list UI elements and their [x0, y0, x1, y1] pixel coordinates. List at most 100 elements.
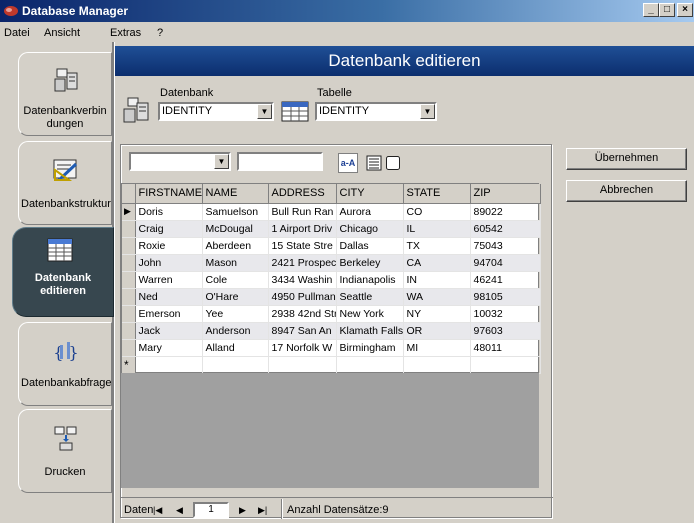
- row-selector[interactable]: ▶: [122, 203, 136, 221]
- sidebar-item-edit-database[interactable]: Datenbank editieren: [12, 227, 114, 317]
- column-header[interactable]: ADDRESS: [268, 184, 337, 204]
- grid-cell-address[interactable]: 17 Norfolk W: [268, 339, 337, 357]
- next-record-icon[interactable]: ▶: [239, 505, 246, 516]
- minimize-button[interactable]: _: [643, 3, 659, 17]
- grid-cell-firstname[interactable]: Doris: [135, 203, 203, 221]
- filter-search-input[interactable]: [237, 152, 323, 171]
- apply-button[interactable]: Übernehmen: [566, 148, 687, 170]
- grid-cell-state[interactable]: IL: [403, 220, 471, 238]
- grid-cell-name[interactable]: Cole: [202, 271, 269, 289]
- grid-cell-state[interactable]: CO: [403, 203, 471, 221]
- grid-cell-city[interactable]: Seattle: [336, 288, 404, 306]
- grid-cell-address[interactable]: 2938 42nd Str: [268, 305, 337, 323]
- first-record-icon[interactable]: |◀: [153, 505, 162, 516]
- grid-cell-zip[interactable]: 89022: [470, 203, 541, 221]
- grid-cell-firstname[interactable]: Mary: [135, 339, 203, 357]
- row-selector[interactable]: [122, 288, 136, 306]
- previous-record-icon[interactable]: ◀: [176, 505, 183, 516]
- grid-cell-name[interactable]: O'Hare: [202, 288, 269, 306]
- maximize-button[interactable]: □: [659, 3, 675, 17]
- column-header[interactable]: ZIP: [470, 184, 541, 204]
- sidebar-item-structure[interactable]: Datenbankstruktur: [18, 141, 112, 225]
- table-row[interactable]: Warren Cole 3434 Washin Indianapolis IN 46241: [122, 271, 541, 289]
- grid-cell-name[interactable]: McDougal: [202, 220, 269, 238]
- menu-extras[interactable]: Extras: [110, 27, 141, 39]
- grid-cell-state[interactable]: WA: [403, 288, 471, 306]
- menu-help[interactable]: ?: [157, 27, 163, 39]
- table-row[interactable]: Mary Alland 17 Norfolk W Birmingham MI 48011: [122, 339, 541, 357]
- cancel-button[interactable]: Abbrechen: [566, 180, 687, 202]
- column-header[interactable]: NAME: [202, 184, 269, 204]
- grid-cell-address[interactable]: 1 Airport Driv: [268, 220, 337, 238]
- column-header[interactable]: CITY: [336, 184, 404, 204]
- grid-cell-name[interactable]: Aberdeen: [202, 237, 269, 255]
- close-button[interactable]: ×: [677, 3, 693, 17]
- grid-cell-state[interactable]: MI: [403, 339, 471, 357]
- table-row[interactable]: ▶ Doris Samuelson Bull Run Ran Aurora CO 89022: [122, 203, 541, 221]
- grid-cell-name[interactable]: Samuelson: [202, 203, 269, 221]
- grid-cell-zip[interactable]: 48011: [470, 339, 541, 357]
- grid-cell-address[interactable]: 2421 Prospec: [268, 254, 337, 272]
- table-select[interactable]: IDENTITY ▼: [315, 102, 437, 121]
- row-selector[interactable]: [122, 339, 136, 357]
- grid-cell-state[interactable]: CA: [403, 254, 471, 272]
- grid-cell-zip[interactable]: 46241: [470, 271, 541, 289]
- grid-cell-name[interactable]: Alland: [202, 339, 269, 357]
- chevron-down-icon[interactable]: ▼: [420, 104, 435, 119]
- new-row-cell[interactable]: [403, 356, 471, 374]
- grid-cell-address[interactable]: Bull Run Ran: [268, 203, 337, 221]
- grid-cell-city[interactable]: Klamath Falls: [336, 322, 404, 340]
- grid-cell-state[interactable]: IN: [403, 271, 471, 289]
- grid-cell-firstname[interactable]: Ned: [135, 288, 203, 306]
- row-selector[interactable]: [122, 322, 136, 340]
- row-selector[interactable]: [122, 305, 136, 323]
- grid-cell-state[interactable]: NY: [403, 305, 471, 323]
- table-row[interactable]: Emerson Yee 2938 42nd Str New York NY 10032: [122, 305, 541, 323]
- chevron-down-icon[interactable]: ▼: [214, 154, 229, 169]
- grid-cell-city[interactable]: Aurora: [336, 203, 404, 221]
- case-sort-button[interactable]: a-A: [338, 153, 358, 173]
- row-selector[interactable]: [122, 271, 136, 289]
- row-selector[interactable]: [122, 220, 136, 238]
- record-number-input[interactable]: 1: [193, 502, 229, 518]
- table-row[interactable]: John Mason 2421 Prospec Berkeley CA 94704: [122, 254, 541, 272]
- checkbox-icon[interactable]: [385, 155, 401, 171]
- new-row-cell[interactable]: [336, 356, 404, 374]
- data-grid[interactable]: FIRSTNAME NAME ADDRESS CITY STATE ZIP ▶ D…: [121, 183, 541, 374]
- table-row[interactable]: Ned O'Hare 4950 Pullman Seattle WA 98105: [122, 288, 541, 306]
- new-row[interactable]: *: [122, 356, 541, 374]
- grid-cell-zip[interactable]: 98105: [470, 288, 541, 306]
- title-bar[interactable]: Database Manager _ □ ×: [0, 0, 694, 22]
- grid-cell-zip[interactable]: 60542: [470, 220, 541, 238]
- chevron-down-icon[interactable]: ▼: [257, 104, 272, 119]
- grid-cell-city[interactable]: Dallas: [336, 237, 404, 255]
- sidebar-item-connections[interactable]: Datenbankverbindungen: [18, 52, 112, 136]
- last-record-icon[interactable]: ▶|: [258, 505, 267, 516]
- grid-cell-address[interactable]: 3434 Washin: [268, 271, 337, 289]
- column-header[interactable]: FIRSTNAME: [135, 184, 203, 204]
- menu-datei[interactable]: Datei: [4, 27, 30, 39]
- grid-cell-name[interactable]: Yee: [202, 305, 269, 323]
- grid-cell-address[interactable]: 8947 San An: [268, 322, 337, 340]
- grid-cell-firstname[interactable]: Emerson: [135, 305, 203, 323]
- grid-cell-city[interactable]: Chicago: [336, 220, 404, 238]
- new-row-cell[interactable]: [202, 356, 269, 374]
- grid-cell-zip[interactable]: 97603: [470, 322, 541, 340]
- grid-cell-city[interactable]: New York: [336, 305, 404, 323]
- row-selector[interactable]: [122, 254, 136, 272]
- grid-cell-firstname[interactable]: Warren: [135, 271, 203, 289]
- new-row-cell[interactable]: [135, 356, 203, 374]
- table-row[interactable]: Roxie Aberdeen 15 State Stre Dallas TX 75043: [122, 237, 541, 255]
- grid-cell-name[interactable]: Mason: [202, 254, 269, 272]
- grid-cell-zip[interactable]: 94704: [470, 254, 541, 272]
- grid-cell-name[interactable]: Anderson: [202, 322, 269, 340]
- list-lines-icon[interactable]: [366, 155, 382, 171]
- grid-cell-firstname[interactable]: Roxie: [135, 237, 203, 255]
- table-row[interactable]: Jack Anderson 8947 San An Klamath Falls OR 97…: [122, 322, 541, 340]
- grid-cell-firstname[interactable]: Craig: [135, 220, 203, 238]
- row-selector[interactable]: [122, 237, 136, 255]
- grid-cell-state[interactable]: TX: [403, 237, 471, 255]
- grid-cell-firstname[interactable]: Jack: [135, 322, 203, 340]
- grid-cell-state[interactable]: OR: [403, 322, 471, 340]
- column-header[interactable]: STATE: [403, 184, 471, 204]
